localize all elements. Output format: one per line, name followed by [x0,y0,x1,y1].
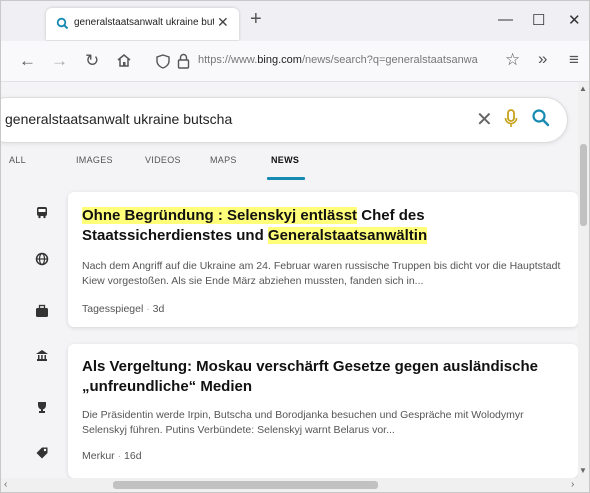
menu-icon[interactable]: ≡ [569,51,579,68]
overflow-icon[interactable]: » [538,50,547,67]
headline-highlight: Generalstaatsanwältin [267,227,428,244]
scroll-left-icon[interactable]: ‹ [4,479,7,490]
browser-tab[interactable]: generalstaatsanwalt ukraine but ✕ [46,8,239,40]
browser-window: generalstaatsanwalt ukraine but ✕ + — ☐ … [0,0,590,493]
clear-search-icon[interactable]: ✕ [476,107,493,132]
result-meta: Merkur · 16d [82,450,142,462]
microphone-icon[interactable] [503,108,519,130]
result-headline[interactable]: Ohne Begründung : Selenskyj entlässt Che… [82,206,572,246]
tag-icon[interactable] [35,446,49,460]
result-snippet: Die Präsidentin werde Irpin, Butscha und… [82,409,524,436]
bing-search-favicon-icon [56,17,69,30]
navigation-toolbar: ← → ↻ https://www.bing.com/news/search?q… [1,41,589,82]
close-window-icon[interactable]: ✕ [568,11,581,29]
tab-maps[interactable]: MAPS [210,155,237,165]
reload-icon[interactable]: ↻ [85,52,99,69]
horizontal-scroll-thumb[interactable] [113,481,378,489]
result-headline[interactable]: Als Vergeltung: Moskau verschärft Gesetz… [82,357,572,397]
bus-icon[interactable] [35,205,49,219]
url-prefix: https://www. [198,54,258,66]
url-path: /news/search?q=generalstaatsanwa [301,54,478,66]
horizontal-scrollbar[interactable]: ‹ › [1,478,589,492]
new-tab-icon[interactable]: + [250,9,262,29]
star-icon[interactable]: ☆ [505,51,520,68]
result-snippet: Nach dem Angriff auf die Ukraine am 24. … [82,260,561,287]
news-result-card[interactable]: Als Vergeltung: Moskau verschärft Gesetz… [68,344,578,478]
tab-all[interactable]: ALL [9,155,26,165]
tab-close-icon[interactable]: ✕ [217,14,229,31]
scroll-right-icon[interactable]: › [571,479,574,490]
result-age: 3d [152,303,165,315]
result-meta: Tagesspiegel · 3d [82,303,165,315]
tab-images[interactable]: IMAGES [76,155,113,165]
back-icon[interactable]: ← [19,52,36,69]
result-source[interactable]: Merkur [82,450,115,462]
forward-icon[interactable]: → [51,52,68,69]
search-icon[interactable] [531,108,551,128]
tab-title: generalstaatsanwalt ukraine but [74,17,214,28]
search-scope-tabs: ALL IMAGES VIDEOS MAPS NEWS [1,151,578,183]
briefcase-icon[interactable] [35,304,49,318]
search-box[interactable]: generalstaatsanwalt ukraine butscha ✕ [1,98,567,142]
lock-icon[interactable] [177,53,190,69]
web-page: generalstaatsanwalt ukraine butscha ✕ AL… [1,82,578,478]
vertical-scrollbar[interactable]: ▲ ▼ [578,82,589,478]
home-icon[interactable] [116,53,132,68]
scroll-up-icon[interactable]: ▲ [579,84,587,93]
scroll-down-icon[interactable]: ▼ [579,466,587,475]
headline-highlight: Ohne Begründung : Selenskyj entlässt [82,207,358,224]
active-tab-indicator [267,177,305,180]
vertical-scroll-thumb[interactable] [580,144,587,226]
minimize-icon[interactable]: — [498,11,513,28]
result-source[interactable]: Tagesspiegel [82,303,143,315]
result-age: 16d [124,450,142,462]
tab-videos[interactable]: VIDEOS [145,155,181,165]
landmark-icon[interactable] [35,348,49,362]
tab-news[interactable]: NEWS [271,155,299,165]
tab-strip: generalstaatsanwalt ukraine but ✕ + — ☐ … [1,1,589,41]
shield-icon[interactable] [156,54,170,69]
url-bar[interactable]: https://www.bing.com/news/search?q=gener… [156,47,526,75]
news-result-card[interactable]: Ohne Begründung : Selenskyj entlässt Che… [68,192,578,327]
globe-icon[interactable] [35,252,49,266]
url-text[interactable]: https://www.bing.com/news/search?q=gener… [198,54,488,66]
url-domain: bing.com [257,54,302,66]
maximize-icon[interactable]: ☐ [532,11,545,29]
search-input[interactable]: generalstaatsanwalt ukraine butscha [5,111,232,127]
trophy-icon[interactable] [35,400,49,414]
